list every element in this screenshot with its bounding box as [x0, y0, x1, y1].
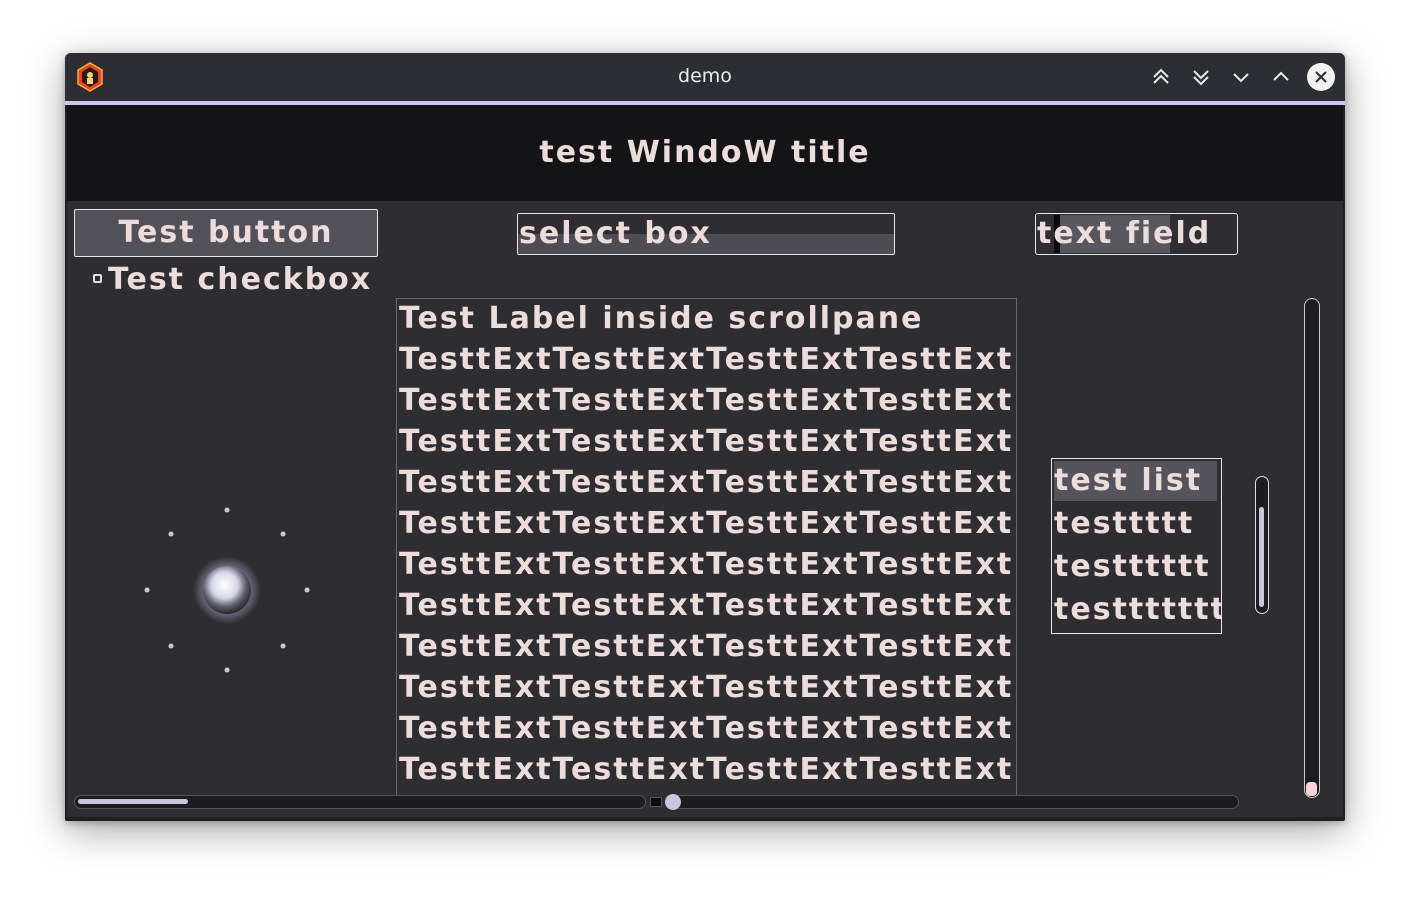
- app-header: test WindoW title: [67, 105, 1343, 201]
- keep-below-button[interactable]: [1187, 63, 1215, 91]
- keep-above-icon: [1153, 68, 1169, 84]
- list-item[interactable]: testtttttt: [1054, 590, 1221, 630]
- test-button[interactable]: Test button: [74, 209, 378, 257]
- maximize-button[interactable]: [1267, 63, 1295, 91]
- horizontal-scrollbar-thumb[interactable]: [78, 799, 188, 804]
- scrollpane-line: TesttExtTesttExtTesttExtTesttExt: [399, 752, 1014, 787]
- close-button[interactable]: [1307, 63, 1335, 91]
- minimize-icon: [1233, 73, 1249, 83]
- scrollpane-line: TesttExtTesttExtTesttExtTesttExt: [399, 629, 1014, 664]
- scrollpane-line: TesttExtTesttExtTesttExtTesttExt: [399, 711, 1014, 746]
- window-titlebar[interactable]: demo: [65, 53, 1345, 105]
- checkbox-label: Test checkbox: [108, 262, 373, 297]
- scrollpane-line: TesttExtTesttExtTesttExtTesttExt: [399, 465, 1014, 500]
- vertical-scrollbar[interactable]: [1304, 298, 1320, 798]
- vertical-scrollbar-thumb[interactable]: [1306, 782, 1317, 796]
- scrollpane-line: TesttExtTesttExtTesttExtTesttExt: [399, 383, 1014, 418]
- maximize-icon: [1273, 71, 1289, 81]
- checkbox-box[interactable]: [93, 274, 102, 283]
- scrollpane-line: TesttExtTesttExtTesttExtTesttExt: [399, 506, 1014, 541]
- page-title: test WindoW title: [539, 135, 871, 170]
- close-icon: [1315, 71, 1327, 83]
- app-window: demo test WindoW title Test button Test …: [65, 53, 1345, 821]
- test-list[interactable]: test list testtttt testttttt testtttttt: [1051, 458, 1222, 634]
- horizontal-scrollbar[interactable]: [74, 795, 646, 809]
- keep-below-icon: [1193, 70, 1209, 86]
- keep-above-button[interactable]: [1147, 63, 1175, 91]
- list-scrollbar[interactable]: [1255, 476, 1269, 614]
- select-box[interactable]: select box: [517, 213, 895, 255]
- scrollpane-line: TesttExtTesttExtTesttExtTesttExt: [399, 424, 1014, 459]
- list-item[interactable]: testtttt: [1054, 504, 1217, 544]
- text-field-value: text field: [1037, 216, 1212, 251]
- client-area: test WindoW title Test button Test check…: [67, 105, 1343, 817]
- list-scrollbar-thumb[interactable]: [1259, 507, 1264, 607]
- scrollpane-line: TesttExtTesttExtTesttExtTesttExt: [399, 547, 1014, 582]
- scrollpane-line: TesttExtTesttExtTesttExtTesttExt: [399, 670, 1014, 705]
- select-box-value: select box: [519, 216, 712, 251]
- slider-track[interactable]: [667, 795, 1239, 809]
- scrollpane-heading: Test Label inside scrollpane: [399, 301, 924, 336]
- minimize-button[interactable]: [1227, 63, 1255, 91]
- text-field[interactable]: text field: [1035, 213, 1238, 255]
- slider-thumb[interactable]: [665, 794, 681, 810]
- scrollpane-line: TesttExtTesttExtTesttExtTesttExt: [399, 342, 1014, 377]
- list-item[interactable]: testttttt: [1054, 547, 1217, 587]
- loading-spinner: [137, 500, 317, 680]
- scrollpane-line: TesttExtTesttExtTesttExtTesttExt: [399, 588, 1014, 623]
- list-item-selected[interactable]: test list: [1054, 461, 1217, 501]
- scrollpane[interactable]: Test Label inside scrollpane TesttExtTes…: [396, 298, 1017, 796]
- slider-end-marker: [650, 797, 662, 807]
